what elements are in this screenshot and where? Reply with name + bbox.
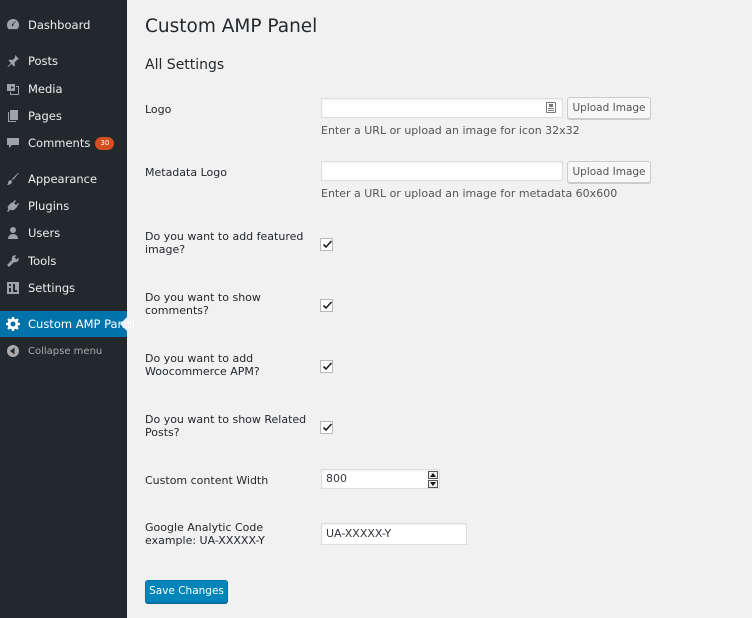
logo-description: Enter a URL or upload an image for icon … (321, 124, 580, 137)
sidebar-item-label: Pages (28, 109, 62, 123)
analytics-label: Google Analytic Code example: UA-XXXXX-Y (145, 521, 265, 547)
spin-down-icon[interactable] (428, 480, 438, 488)
sidebar-item-label: Dashboard (28, 18, 91, 32)
content-width-label: Custom content Width (145, 474, 269, 487)
contact-card-icon (546, 102, 556, 113)
sidebar-item-dashboard[interactable]: Dashboard (0, 12, 127, 38)
settings-icon (6, 281, 20, 295)
logo-label: Logo (145, 103, 172, 116)
checkmark-icon (322, 362, 333, 371)
page-title: Custom AMP Panel (145, 16, 318, 37)
analytics-code-input[interactable]: UA-XXXXX-Y (321, 523, 467, 545)
featured-image-label: Do you want to add featured image? (145, 230, 304, 256)
metadata-logo-label: Metadata Logo (145, 166, 227, 179)
sidebar-item-label: Plugins (28, 199, 70, 213)
sidebar-item-posts[interactable]: Posts (0, 48, 127, 74)
checkmark-icon (322, 240, 333, 249)
metadata-logo-description: Enter a URL or upload an image for metad… (321, 187, 618, 200)
sidebar-item-plugins[interactable]: Plugins (0, 193, 127, 219)
pin-icon (6, 54, 20, 68)
checkmark-icon (322, 423, 333, 432)
sidebar-item-label: Tools (28, 254, 57, 268)
gear-icon (6, 317, 20, 331)
sidebar-item-label: Custom AMP Panel (28, 317, 136, 331)
sidebar-item-custom-amp-panel[interactable]: Custom AMP Panel (0, 311, 135, 337)
metadata-logo-url-input[interactable] (321, 161, 563, 181)
content-width-value: 800 (326, 472, 347, 485)
pages-icon (6, 109, 20, 123)
logo-upload-button[interactable]: Upload Image (567, 97, 651, 119)
woocommerce-label: Do you want to add Woocommerce APM? (145, 352, 260, 378)
sidebar-item-tools[interactable]: Tools (0, 248, 127, 274)
spin-up-icon[interactable] (428, 471, 438, 479)
sidebar-item-label: Settings (28, 281, 76, 295)
show-comments-checkbox[interactable] (320, 299, 333, 312)
content-width-input[interactable]: 800 (321, 469, 440, 489)
wrench-icon (6, 254, 20, 268)
checkmark-icon (322, 301, 333, 310)
sidebar-item-label: Comments (28, 136, 91, 150)
number-spinner[interactable] (428, 471, 438, 489)
comment-icon (6, 136, 20, 150)
user-icon (6, 226, 20, 240)
plug-icon (6, 199, 20, 213)
sidebar-item-pages[interactable]: Pages (0, 103, 127, 129)
sidebar-item-label: Collapse menu (28, 345, 103, 357)
sidebar-item-media[interactable]: Media (0, 76, 127, 102)
section-title: All Settings (145, 57, 225, 73)
sidebar-item-label: Appearance (28, 172, 98, 186)
featured-image-checkbox[interactable] (320, 238, 333, 251)
collapse-menu-button[interactable]: Collapse menu (0, 338, 127, 364)
comment-count-badge: 30 (95, 136, 115, 150)
metadata-logo-upload-button[interactable]: Upload Image (567, 161, 651, 183)
sidebar-item-label: Users (28, 226, 61, 240)
media-icon (6, 82, 20, 96)
collapse-icon (6, 344, 20, 358)
sidebar-item-label: Media (28, 82, 63, 96)
sidebar-item-users[interactable]: Users (0, 220, 127, 246)
sidebar-item-label: Posts (28, 54, 59, 68)
admin-sidebar: Dashboard Posts Media Pages Comments 30 … (0, 0, 135, 618)
woocommerce-checkbox[interactable] (320, 360, 333, 373)
brush-icon (6, 172, 20, 186)
save-changes-button[interactable]: Save Changes (145, 580, 228, 603)
related-posts-label: Do you want to show Related Posts? (145, 413, 307, 439)
show-comments-label: Do you want to show comments? (145, 291, 261, 317)
logo-url-input[interactable] (321, 98, 563, 118)
dashboard-icon (6, 18, 20, 32)
sidebar-item-comments[interactable]: Comments 30 (0, 130, 127, 156)
sidebar-item-appearance[interactable]: Appearance (0, 166, 127, 192)
sidebar-item-settings[interactable]: Settings (0, 275, 127, 301)
related-posts-checkbox[interactable] (320, 421, 333, 434)
